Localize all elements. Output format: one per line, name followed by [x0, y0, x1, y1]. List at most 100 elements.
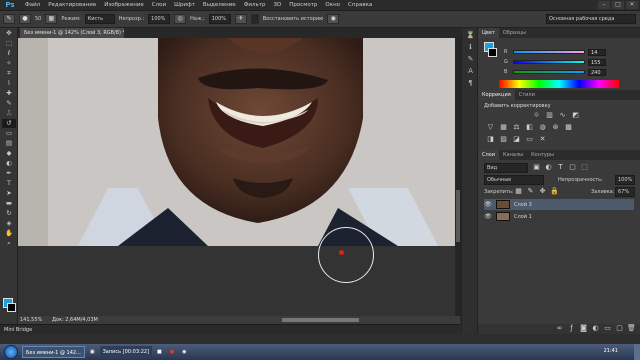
tab-color[interactable]: Цвет — [478, 28, 499, 38]
vertical-scroll-thumb[interactable] — [456, 190, 460, 242]
shape-tool-icon[interactable]: ▬ — [2, 199, 16, 208]
menu-image[interactable]: Изображение — [100, 0, 148, 11]
layer-opacity-field[interactable]: 100% — [615, 175, 635, 185]
background-color-swatch[interactable] — [7, 303, 16, 312]
mode-select[interactable]: Кисть — [84, 14, 115, 24]
record-stop-icon[interactable]: ■ — [154, 346, 165, 358]
pasteboard[interactable] — [18, 246, 455, 316]
zoom-tool-icon[interactable]: ⌕ — [2, 239, 16, 248]
mini-bridge-tab[interactable]: Mini Bridge — [0, 324, 460, 334]
clone-stamp-tool-icon[interactable]: ⎍ — [2, 109, 16, 118]
tab-channels[interactable]: Каналы — [499, 150, 527, 160]
filter-type-icon[interactable]: T — [556, 163, 565, 172]
task-recording[interactable]: Запись [00:03:22] — [99, 346, 153, 358]
threshold-icon[interactable]: ◪ — [512, 135, 521, 144]
3d-camera-tool-icon[interactable]: ◈ — [2, 219, 16, 228]
workspace-select[interactable]: Основная рабочая среда — [546, 14, 636, 24]
hue-icon[interactable]: ▦ — [499, 123, 508, 132]
layer-row[interactable]: 👁 Слой 1 — [484, 211, 634, 222]
zoom-level[interactable]: 141,55% — [20, 317, 42, 323]
color-b-slider[interactable] — [513, 70, 585, 74]
history-panel-icon[interactable]: ⏳ — [465, 30, 476, 40]
exposure-icon[interactable]: ◩ — [571, 111, 580, 120]
delete-layer-icon[interactable]: 🗑 — [627, 324, 636, 333]
color-g-slider[interactable] — [513, 60, 585, 64]
link-layers-icon[interactable]: ∞ — [555, 324, 564, 333]
lock-pixels-icon[interactable]: ✎ — [526, 187, 535, 196]
color-g-value[interactable]: 155 — [588, 58, 606, 66]
clock[interactable]: 21:41 — [604, 348, 618, 354]
bw-icon[interactable]: ◧ — [525, 123, 534, 132]
menu-3d[interactable]: 3D — [269, 0, 285, 11]
menu-filter[interactable]: Фильтр — [240, 0, 270, 11]
menu-view[interactable]: Просмотр — [285, 0, 321, 11]
move-tool-icon[interactable]: ✥ — [2, 29, 16, 38]
show-desktop-button[interactable] — [634, 344, 640, 360]
new-group-icon[interactable]: ▭ — [603, 324, 612, 333]
fill-field[interactable]: 67% — [615, 187, 635, 197]
brightness-icon[interactable]: ☼ — [532, 111, 541, 120]
flow-field[interactable]: 100% — [208, 14, 231, 24]
document-canvas[interactable] — [18, 38, 455, 246]
selective-color-icon[interactable]: ✕ — [538, 135, 547, 144]
quick-select-tool-icon[interactable]: ✧ — [2, 59, 16, 68]
properties-panel-icon[interactable]: ℹ — [465, 42, 476, 52]
start-button[interactable] — [4, 345, 18, 359]
tab-styles[interactable]: Стили — [515, 90, 539, 100]
marquee-tool-icon[interactable]: ⬚ — [2, 39, 16, 48]
brush-panel-icon[interactable]: ✎ — [465, 54, 476, 64]
eye-icon[interactable]: 👁 — [484, 201, 492, 208]
add-mask-icon[interactable]: ◙ — [579, 324, 588, 333]
menu-select[interactable]: Выделение — [199, 0, 240, 11]
pressure-size-button[interactable]: ◉ — [327, 14, 340, 24]
posterize-icon[interactable]: ▨ — [499, 135, 508, 144]
color-r-value[interactable]: 14 — [588, 48, 606, 56]
brush-preset-picker[interactable]: ● — [19, 14, 31, 24]
curves-icon[interactable]: ∿ — [558, 111, 567, 120]
filter-pixel-icon[interactable]: ▣ — [532, 163, 541, 172]
paragraph-panel-icon[interactable]: ¶ — [465, 78, 476, 88]
filter-adjust-icon[interactable]: ◐ — [544, 163, 553, 172]
menu-window[interactable]: Окно — [321, 0, 344, 11]
camera-icon[interactable]: ◉ — [179, 346, 189, 358]
healing-brush-tool-icon[interactable]: ✚ — [2, 89, 16, 98]
horizontal-scroll-thumb[interactable] — [282, 318, 359, 322]
brush-panel-toggle[interactable]: ▦ — [45, 14, 58, 24]
color-balance-icon[interactable]: ⚖ — [512, 123, 521, 132]
lock-position-icon[interactable]: ✥ — [538, 187, 547, 196]
photo-filter-icon[interactable]: ◍ — [538, 123, 547, 132]
record-dot-icon[interactable]: ● — [167, 346, 177, 358]
tab-adjustments[interactable]: Коррекция — [478, 90, 515, 100]
lock-transparent-icon[interactable]: ▦ — [514, 187, 523, 196]
tab-layers[interactable]: Слои — [478, 150, 499, 160]
menu-layers[interactable]: Слои — [148, 0, 170, 11]
blend-mode-select[interactable]: Обычные — [484, 175, 544, 185]
opacity-field[interactable]: 100% — [148, 14, 171, 24]
menu-type[interactable]: Шрифт — [170, 0, 199, 11]
type-tool-icon[interactable]: T — [2, 179, 16, 188]
menu-edit[interactable]: Редактирование — [44, 0, 100, 11]
document-tab[interactable]: Без имени-1 @ 142% (Слой 3, RGB/8) * — [20, 28, 124, 38]
levels-icon[interactable]: ▥ — [545, 111, 554, 120]
character-panel-icon[interactable]: A — [465, 66, 476, 76]
tab-paths[interactable]: Контуры — [527, 150, 558, 160]
color-spectrum-ramp[interactable] — [499, 80, 619, 88]
pressure-opacity-button[interactable]: ◎ — [174, 14, 187, 24]
eyedropper-tool-icon[interactable]: ⌇ — [2, 79, 16, 88]
path-select-tool-icon[interactable]: ➤ — [2, 189, 16, 198]
vibrance-icon[interactable]: ▽ — [486, 123, 495, 132]
restore-history-checkbox[interactable] — [250, 14, 259, 24]
minimize-button[interactable]: – — [598, 1, 610, 9]
menu-help[interactable]: Справка — [344, 0, 376, 11]
document-size-info[interactable]: Док: 2,64M/4,03M — [52, 317, 98, 323]
lasso-tool-icon[interactable]: ℓ — [2, 49, 16, 58]
lock-all-icon[interactable]: 🔒 — [550, 187, 559, 196]
brush-tool-icon[interactable]: ✎ — [2, 99, 16, 108]
filter-shape-icon[interactable]: ▢ — [568, 163, 577, 172]
eye-icon[interactable]: 👁 — [484, 213, 492, 220]
new-layer-icon[interactable]: ▢ — [615, 324, 624, 333]
pen-tool-icon[interactable]: ✒ — [2, 169, 16, 178]
airbrush-button[interactable]: ✈ — [234, 14, 247, 24]
tab-swatches[interactable]: Образцы — [499, 28, 530, 38]
color-b-value[interactable]: 240 — [588, 68, 606, 76]
